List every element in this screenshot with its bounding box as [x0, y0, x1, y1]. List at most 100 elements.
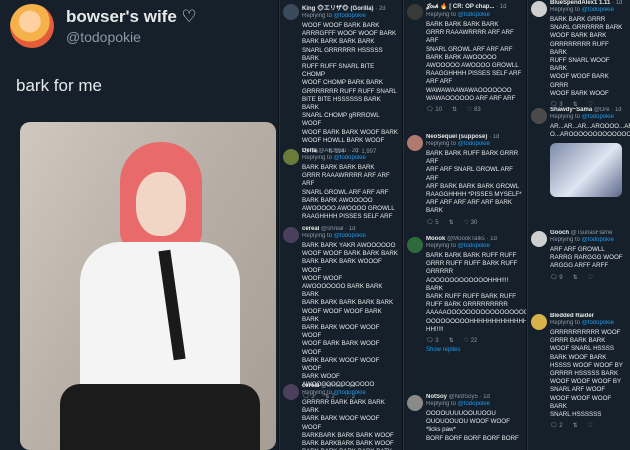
reply-tweet[interactable]: BlueSpendAlex1 1.11 · 1d Replying to @to…: [528, 0, 630, 108]
reply-header: BlueSpendAlex1 1.11 · 1d: [550, 0, 627, 6]
reply-avatar[interactable]: [283, 227, 299, 243]
stat-value: 9: [559, 274, 563, 281]
retweet-count[interactable]: ⇅: [449, 219, 454, 226]
replying-label: Replying to: [302, 233, 333, 239]
replying-to-link[interactable]: @todopokie: [458, 401, 490, 407]
username[interactable]: @todopokie: [66, 29, 197, 45]
retweet-count[interactable]: ⇅: [452, 106, 457, 113]
reply-tweet[interactable]: 𝒥𝑜𝓈𝒽 🔥 [ CR: OP chap... · 1d Replying to…: [404, 3, 526, 113]
reply-context: Replying to @todopokie: [302, 390, 399, 396]
reply-author[interactable]: Bledded Raider: [550, 313, 594, 319]
reply-handle: · 2d: [375, 6, 386, 12]
like-count[interactable]: ♡ 30: [464, 219, 478, 226]
like-count[interactable]: ♡ 83: [467, 106, 481, 113]
reply-handle: @TsunasFlame: [570, 230, 613, 236]
retweet-count[interactable]: ⇅: [573, 422, 578, 429]
replying-label: Replying to: [426, 141, 457, 147]
reply-avatar[interactable]: [407, 4, 423, 20]
reply-icon: 🗨: [550, 274, 560, 281]
avatar[interactable]: [10, 4, 54, 48]
profile-header: bowser's wife ♡ @todopokie: [10, 4, 197, 48]
reply-context: Replying to @todopokie: [426, 12, 523, 18]
replying-to-link[interactable]: @todopokie: [458, 12, 490, 18]
replying-to-link[interactable]: @todopokie: [334, 13, 366, 19]
reply-icon: 🗨: [426, 338, 436, 345]
reply-author[interactable]: BlueSpendAlex1 1.11: [550, 0, 610, 6]
reply-count[interactable]: 🗨 2: [550, 422, 563, 429]
reply-header: King 🐵エリザ🐵 (Gorilla) · 2d: [302, 3, 399, 12]
reply-avatar[interactable]: [283, 384, 299, 400]
reply-tweet[interactable]: NotSoy @NotSoy5 · 1d Replying to @todopo…: [404, 394, 526, 443]
reply-author[interactable]: 𝒥𝑜𝓈𝒽 🔥 [ CR: OP chap...: [426, 4, 494, 10]
reply-media-image[interactable]: [550, 143, 622, 198]
reply-handle: @shreal · 1d: [321, 383, 356, 389]
reply-tweet[interactable]: Bledded Raider Replying to @todopokie GR…: [528, 313, 630, 429]
reply-tweet[interactable]: Moook @MoookTalks · 1d Replying to @todo…: [404, 236, 526, 353]
reply-tweet[interactable]: cereal @shreal · 1d Replying to @todopok…: [280, 383, 402, 450]
replying-to-link[interactable]: @todopokie: [334, 390, 366, 396]
replying-to-link[interactable]: @todopokie: [582, 114, 614, 120]
reply-icon: 🗨: [426, 107, 436, 114]
reply-count[interactable]: 🗨 3: [426, 337, 439, 344]
reply-handle: @NotSoy5 · 1d: [448, 394, 490, 400]
retweet-count[interactable]: ⇅: [573, 274, 578, 281]
reply-stats: 🗨 3 ⇅ ♡ 22: [426, 337, 523, 344]
retweet-icon: ⇅: [572, 423, 578, 430]
reply-count[interactable]: 🗨 10: [426, 106, 442, 113]
reply-avatar[interactable]: [531, 108, 547, 124]
replying-to-link[interactable]: @todopokie: [334, 233, 366, 239]
reply-avatar[interactable]: [531, 231, 547, 247]
reply-tweet[interactable]: King 🐵エリザ🐵 (Gorilla) · 2d Replying to @t…: [280, 3, 402, 155]
reply-avatar[interactable]: [407, 135, 423, 151]
reply-tweet[interactable]: Shawdy~Sama @Dre · 1d Replying to @todop…: [528, 107, 630, 198]
reply-text: BARK BARK BARK BARK GRRR RAAAWRRRR ARF A…: [426, 21, 522, 102]
stat-value: 83: [474, 107, 481, 114]
reply-author[interactable]: Shawdy~Sama: [550, 107, 592, 113]
reply-header: Shawdy~Sama @Dre · 1d: [550, 107, 627, 113]
stat-value: 3: [435, 338, 439, 345]
reply-avatar[interactable]: [283, 4, 299, 20]
reply-text: BARK BARK BARK RUFF RUFF GRRR RUFF RUFF …: [426, 252, 526, 333]
reply-count[interactable]: 🗨 9: [550, 274, 563, 281]
replies-column-1[interactable]: King 🐵エリザ🐵 (Gorilla) · 2d Replying to @t…: [279, 0, 402, 450]
reply-count[interactable]: 🗨 5: [426, 219, 439, 226]
reply-tweet[interactable]: cereal @shreal · 1d Replying to @todopok…: [280, 226, 402, 400]
reply-author[interactable]: cereal: [302, 383, 319, 389]
reply-tweet[interactable]: NeoSequel (suppose) · 1d Replying to @to…: [404, 134, 526, 226]
tweet-photo[interactable]: [20, 122, 276, 450]
reply-author[interactable]: cereal: [302, 226, 319, 232]
reply-header: Delta @AIOhtou · 2d: [302, 148, 399, 154]
replying-to-link[interactable]: @todopokie: [458, 141, 490, 147]
reply-avatar[interactable]: [407, 395, 423, 411]
replies-column-3[interactable]: BlueSpendAlex1 1.11 · 1d Replying to @to…: [527, 0, 630, 450]
like-count[interactable]: ♡: [588, 422, 593, 429]
reply-author[interactable]: King 🐵エリザ🐵 (Gorilla): [302, 6, 374, 12]
reply-text: BARK BARK BARK BARK GRRR RAAAWRRRR ARF A…: [302, 164, 395, 221]
reply-stats: 🗨 5 ⇅ ♡ 30: [426, 219, 523, 226]
replies-column-2[interactable]: 𝒥𝑜𝓈𝒽 🔥 [ CR: OP chap... · 1d Replying to…: [403, 0, 526, 450]
show-replies-link[interactable]: Show replies: [426, 347, 523, 353]
replying-to-link[interactable]: @todopokie: [582, 320, 614, 326]
reply-author[interactable]: NotSoy: [426, 394, 447, 400]
reply-author[interactable]: Delta: [302, 148, 317, 154]
reply-author[interactable]: Moook: [426, 236, 445, 242]
replying-to-link[interactable]: @todopokie: [334, 155, 366, 161]
reply-tweet[interactable]: Gooch @TsunasFlame Replying to @todopoki…: [528, 230, 630, 281]
retweet-icon: ⇅: [572, 274, 578, 281]
replying-to-link[interactable]: @todopokie: [458, 243, 490, 249]
reply-avatar[interactable]: [407, 237, 423, 253]
reply-avatar[interactable]: [531, 314, 547, 330]
replying-to-link[interactable]: @todopokie: [582, 7, 614, 13]
display-name[interactable]: bowser's wife ♡: [66, 7, 197, 27]
reply-author[interactable]: NeoSequel (suppose): [426, 134, 487, 140]
replying-to-link[interactable]: @todopokie: [582, 237, 614, 243]
retweet-count[interactable]: ⇅: [449, 337, 454, 344]
like-count[interactable]: ♡: [588, 274, 593, 281]
reply-handle: · 1d: [496, 4, 507, 10]
reply-tweet[interactable]: Delta @AIOhtou · 2d Replying to @todopok…: [280, 148, 402, 221]
reply-avatar[interactable]: [283, 149, 299, 165]
reply-avatar[interactable]: [531, 1, 547, 17]
reply-text: AR...AR...AR...AROOOO...AROOO O...AROOOO…: [550, 123, 630, 139]
like-count[interactable]: ♡ 22: [464, 337, 478, 344]
reply-author[interactable]: Gooch: [550, 230, 569, 236]
